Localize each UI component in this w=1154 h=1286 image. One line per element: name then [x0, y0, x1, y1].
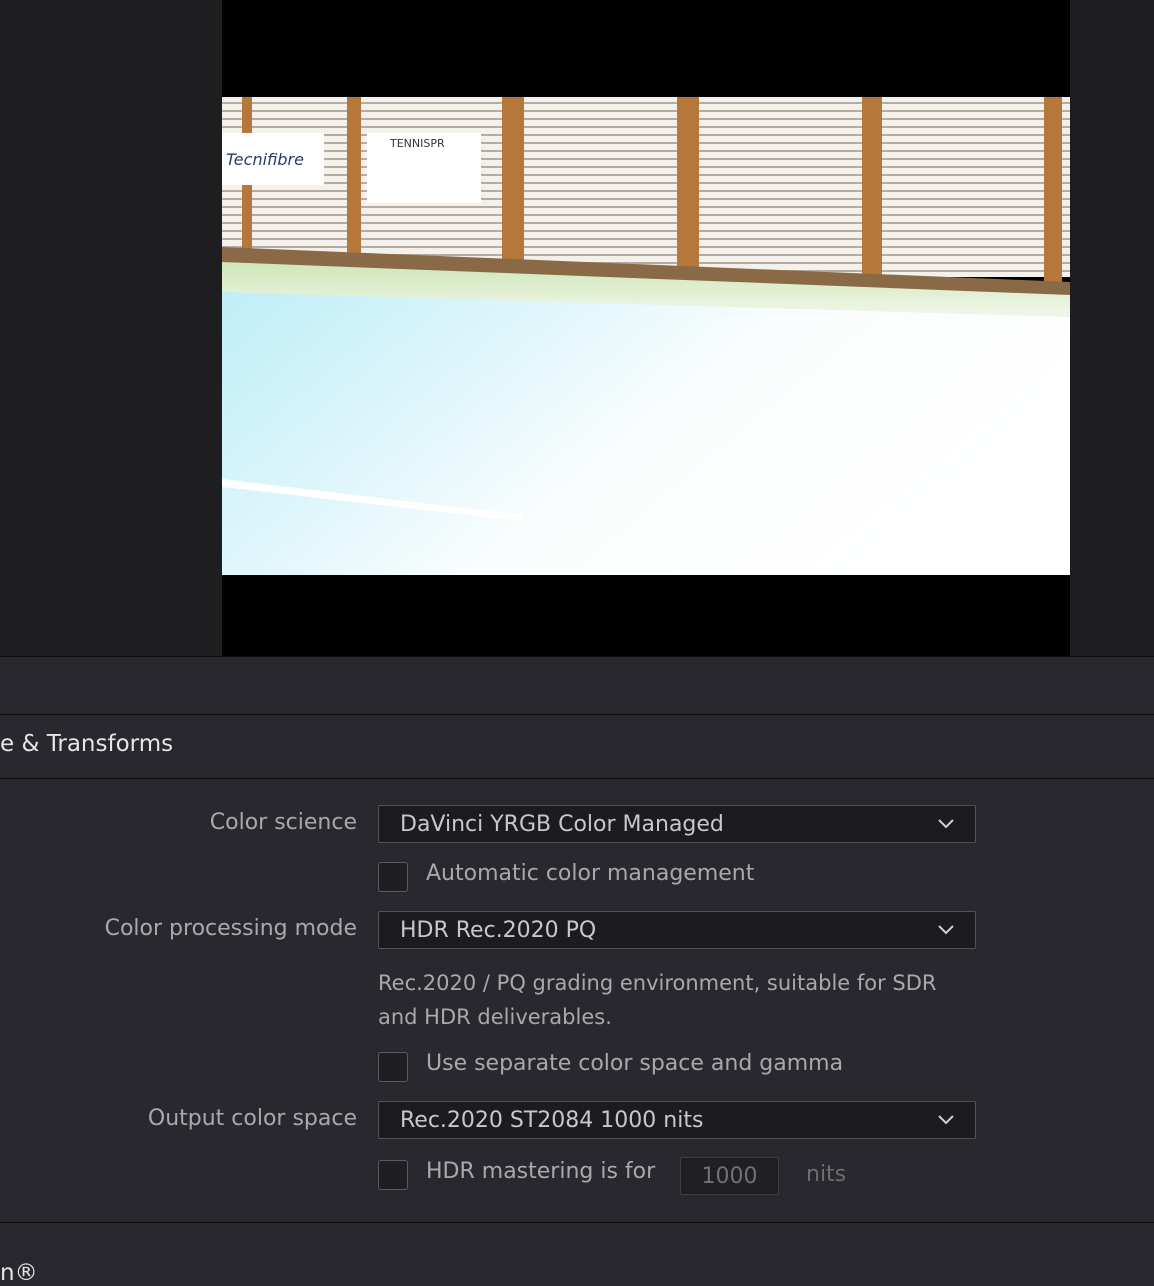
next-section-title: n® — [0, 1260, 38, 1286]
banner-tecnifibre: Tecnifibre — [222, 133, 324, 185]
processing-mode-description: Rec.2020 / PQ grading environment, suita… — [378, 971, 937, 1029]
hdr-mastering-checkbox[interactable] — [378, 1160, 408, 1190]
next-section-header[interactable] — [0, 1223, 1154, 1284]
separate-color-space-checkbox[interactable] — [378, 1052, 408, 1082]
hdr-mastering-nits-input[interactable] — [680, 1157, 779, 1195]
svg-text:Tecnifibre: Tecnifibre — [226, 150, 304, 169]
color-science-dropdown[interactable]: DaVinci YRGB Color Managed — [378, 805, 976, 843]
color-science-label: Color science — [209, 810, 357, 835]
color-science-value: DaVinci YRGB Color Managed — [400, 812, 724, 837]
chevron-down-icon — [938, 1115, 954, 1125]
banner-tennispro: TENNISPR — [367, 133, 481, 203]
auto-color-management-label: Automatic color management — [426, 861, 755, 886]
output-color-space-dropdown[interactable]: Rec.2020 ST2084 1000 nits — [378, 1101, 976, 1139]
divider — [0, 714, 1154, 715]
chevron-down-icon — [938, 925, 954, 935]
color-processing-mode-dropdown[interactable]: HDR Rec.2020 PQ — [378, 911, 976, 949]
svg-text:TENNISPR: TENNISPR — [389, 137, 445, 150]
auto-color-management-checkbox[interactable] — [378, 862, 408, 892]
viewer-toolbar — [0, 657, 1154, 714]
video-frame-image: Tecnifibre TENNISPR — [222, 97, 1070, 575]
color-processing-mode-value: HDR Rec.2020 PQ — [400, 918, 597, 943]
output-color-space-label: Output color space — [147, 1106, 357, 1131]
viewer-panel: Tecnifibre TENNISPR — [0, 0, 1154, 656]
section-title: e & Transforms — [0, 731, 174, 757]
chevron-down-icon — [938, 819, 954, 829]
nits-unit-label: nits — [806, 1162, 847, 1187]
divider — [0, 778, 1154, 779]
separate-color-space-label: Use separate color space and gamma — [426, 1051, 844, 1076]
color-processing-mode-label: Color processing mode — [104, 916, 357, 941]
hdr-mastering-label: HDR mastering is for — [426, 1159, 656, 1184]
video-viewer[interactable]: Tecnifibre TENNISPR — [222, 0, 1070, 656]
output-color-space-value: Rec.2020 ST2084 1000 nits — [400, 1108, 704, 1133]
